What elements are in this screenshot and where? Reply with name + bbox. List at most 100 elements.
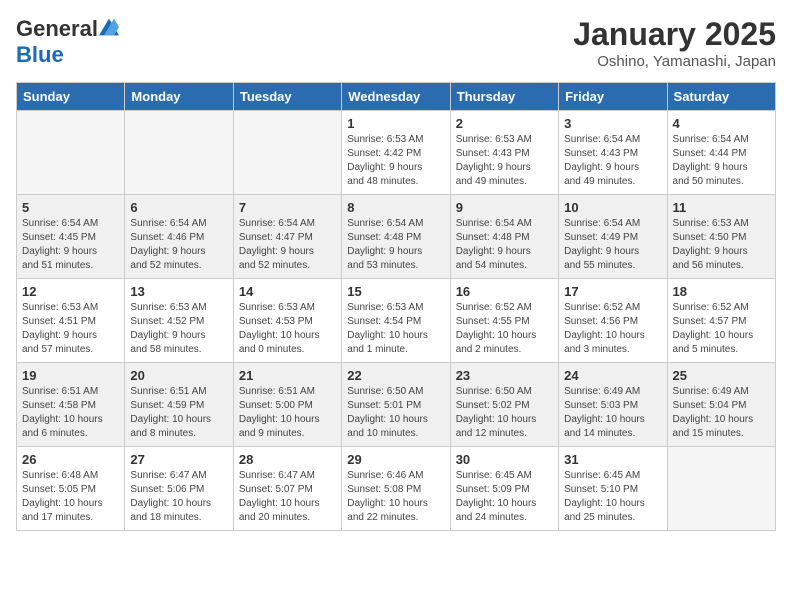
calendar-cell: 28Sunrise: 6:47 AM Sunset: 5:07 PM Dayli… xyxy=(233,447,341,531)
calendar-day-header: Monday xyxy=(125,83,233,111)
calendar-cell xyxy=(667,447,775,531)
day-info: Sunrise: 6:53 AM Sunset: 4:54 PM Dayligh… xyxy=(347,301,444,357)
calendar-cell: 14Sunrise: 6:53 AM Sunset: 4:53 PM Dayli… xyxy=(233,279,341,363)
calendar-day-header: Tuesday xyxy=(233,83,341,111)
calendar-cell: 4 Sunrise: 6:54 AM Sunset: 4:44 PM Daylig… xyxy=(667,111,775,195)
calendar-cell: 18 Sunrise: 6:52 AM Sunset: 4:57 PM Dayli… xyxy=(667,279,775,363)
day-info: Sunrise: 6:52 AM Sunset: 4:57 PM Dayligh… xyxy=(673,301,770,357)
day-info: Sunrise: 6:54 AM Sunset: 4:47 PM Dayligh… xyxy=(239,217,336,273)
calendar-cell: 16 Sunrise: 6:52 AM Sunset: 4:55 PM Dayli… xyxy=(450,279,558,363)
day-info: Sunrise: 6:51 AM Sunset: 4:58 PM Dayligh… xyxy=(22,385,119,441)
day-info: Sunrise: 6:49 AM Sunset: 5:03 PM Dayligh… xyxy=(564,385,661,441)
day-number: 28 xyxy=(239,452,336,467)
day-info: Sunrise: 6:54 AM Sunset: 4:44 PM Dayligh… xyxy=(673,133,770,189)
day-number: 26 xyxy=(22,452,119,467)
day-info: Sunrise: 6:54 AM Sunset: 4:49 PM Dayligh… xyxy=(564,217,661,273)
day-number: 15 xyxy=(347,284,444,299)
calendar-day-header: Friday xyxy=(559,83,667,111)
day-number: 5 xyxy=(22,200,119,215)
day-info: Sunrise: 6:49 AM Sunset: 5:04 PM Dayligh… xyxy=(673,385,770,441)
day-number: 16 xyxy=(456,284,553,299)
calendar-week-row: 19 Sunrise: 6:51 AM Sunset: 4:58 PM Dayli… xyxy=(17,363,776,447)
day-number: 3 xyxy=(564,116,661,131)
calendar-cell: 26 Sunrise: 6:48 AM Sunset: 5:05 PM Dayli… xyxy=(17,447,125,531)
calendar-table: SundayMondayTuesdayWednesdayThursdayFrid… xyxy=(16,82,776,531)
month-title: January 2025 xyxy=(573,16,776,53)
calendar-cell: 25 Sunrise: 6:49 AM Sunset: 5:04 PM Dayli… xyxy=(667,363,775,447)
day-info: Sunrise: 6:52 AM Sunset: 4:55 PM Dayligh… xyxy=(456,301,553,357)
day-number: 9 xyxy=(456,200,553,215)
calendar-cell xyxy=(125,111,233,195)
day-info: Sunrise: 6:45 AM Sunset: 5:10 PM Dayligh… xyxy=(564,469,661,525)
calendar-cell: 24 Sunrise: 6:49 AM Sunset: 5:03 PM Dayli… xyxy=(559,363,667,447)
day-number: 6 xyxy=(130,200,227,215)
calendar-cell xyxy=(17,111,125,195)
calendar-cell: 13 Sunrise: 6:53 AM Sunset: 4:52 PM Dayli… xyxy=(125,279,233,363)
day-number: 7 xyxy=(239,200,336,215)
day-number: 2 xyxy=(456,116,553,131)
day-number: 21 xyxy=(239,368,336,383)
day-number: 24 xyxy=(564,368,661,383)
day-number: 12 xyxy=(22,284,119,299)
calendar-cell: 8 Sunrise: 6:54 AM Sunset: 4:48 PM Daylig… xyxy=(342,195,450,279)
calendar-cell: 5 Sunrise: 6:54 AM Sunset: 4:45 PM Daylig… xyxy=(17,195,125,279)
calendar-day-header: Sunday xyxy=(17,83,125,111)
calendar-week-row: 12 Sunrise: 6:53 AM Sunset: 4:51 PM Dayli… xyxy=(17,279,776,363)
day-info: Sunrise: 6:54 AM Sunset: 4:43 PM Dayligh… xyxy=(564,133,661,189)
calendar-cell: 22Sunrise: 6:50 AM Sunset: 5:01 PM Dayli… xyxy=(342,363,450,447)
logo-blue-text: Blue xyxy=(16,42,64,68)
day-number: 23 xyxy=(456,368,553,383)
calendar-cell: 17 Sunrise: 6:52 AM Sunset: 4:56 PM Dayli… xyxy=(559,279,667,363)
day-info: Sunrise: 6:46 AM Sunset: 5:08 PM Dayligh… xyxy=(347,469,444,525)
day-number: 8 xyxy=(347,200,444,215)
calendar-day-header: Saturday xyxy=(667,83,775,111)
calendar-cell: 30 Sunrise: 6:45 AM Sunset: 5:09 PM Dayli… xyxy=(450,447,558,531)
day-info: Sunrise: 6:54 AM Sunset: 4:45 PM Dayligh… xyxy=(22,217,119,273)
day-info: Sunrise: 6:54 AM Sunset: 4:48 PM Dayligh… xyxy=(456,217,553,273)
day-info: Sunrise: 6:54 AM Sunset: 4:48 PM Dayligh… xyxy=(347,217,444,273)
day-number: 17 xyxy=(564,284,661,299)
calendar-cell: 10Sunrise: 6:54 AM Sunset: 4:49 PM Dayli… xyxy=(559,195,667,279)
calendar-day-header: Wednesday xyxy=(342,83,450,111)
day-info: Sunrise: 6:45 AM Sunset: 5:09 PM Dayligh… xyxy=(456,469,553,525)
day-info: Sunrise: 6:53 AM Sunset: 4:52 PM Dayligh… xyxy=(130,301,227,357)
day-info: Sunrise: 6:53 AM Sunset: 4:51 PM Dayligh… xyxy=(22,301,119,357)
calendar-cell: 11 Sunrise: 6:53 AM Sunset: 4:50 PM Dayli… xyxy=(667,195,775,279)
day-number: 19 xyxy=(22,368,119,383)
calendar-cell: 6 Sunrise: 6:54 AM Sunset: 4:46 PM Daylig… xyxy=(125,195,233,279)
calendar-cell: 15 Sunrise: 6:53 AM Sunset: 4:54 PM Dayli… xyxy=(342,279,450,363)
day-number: 18 xyxy=(673,284,770,299)
title-section: January 2025 Oshino, Yamanashi, Japan xyxy=(573,16,776,70)
day-info: Sunrise: 6:50 AM Sunset: 5:02 PM Dayligh… xyxy=(456,385,553,441)
day-number: 1 xyxy=(347,116,444,131)
day-number: 25 xyxy=(673,368,770,383)
day-info: Sunrise: 6:51 AM Sunset: 5:00 PM Dayligh… xyxy=(239,385,336,441)
calendar-cell: 21 Sunrise: 6:51 AM Sunset: 5:00 PM Dayli… xyxy=(233,363,341,447)
calendar-cell: 3 Sunrise: 6:54 AM Sunset: 4:43 PM Daylig… xyxy=(559,111,667,195)
day-number: 13 xyxy=(130,284,227,299)
calendar-header-row: SundayMondayTuesdayWednesdayThursdayFrid… xyxy=(17,83,776,111)
day-info: Sunrise: 6:54 AM Sunset: 4:46 PM Dayligh… xyxy=(130,217,227,273)
day-info: Sunrise: 6:48 AM Sunset: 5:05 PM Dayligh… xyxy=(22,469,119,525)
day-number: 20 xyxy=(130,368,227,383)
day-info: Sunrise: 6:52 AM Sunset: 4:56 PM Dayligh… xyxy=(564,301,661,357)
location: Oshino, Yamanashi, Japan xyxy=(573,53,776,70)
day-info: Sunrise: 6:53 AM Sunset: 4:50 PM Dayligh… xyxy=(673,217,770,273)
calendar-day-header: Thursday xyxy=(450,83,558,111)
day-number: 27 xyxy=(130,452,227,467)
page-header: General Blue January 2025 Oshino, Yamana… xyxy=(16,16,776,70)
logo-icon xyxy=(99,18,119,36)
day-number: 30 xyxy=(456,452,553,467)
calendar-cell xyxy=(233,111,341,195)
logo: General Blue xyxy=(16,16,119,68)
calendar-week-row: 5 Sunrise: 6:54 AM Sunset: 4:45 PM Daylig… xyxy=(17,195,776,279)
day-info: Sunrise: 6:53 AM Sunset: 4:42 PM Dayligh… xyxy=(347,133,444,189)
calendar-cell: 1 Sunrise: 6:53 AM Sunset: 4:42 PM Daylig… xyxy=(342,111,450,195)
calendar-cell: 20Sunrise: 6:51 AM Sunset: 4:59 PM Dayli… xyxy=(125,363,233,447)
calendar-cell: 7 Sunrise: 6:54 AM Sunset: 4:47 PM Daylig… xyxy=(233,195,341,279)
day-number: 11 xyxy=(673,200,770,215)
day-info: Sunrise: 6:50 AM Sunset: 5:01 PM Dayligh… xyxy=(347,385,444,441)
day-number: 4 xyxy=(673,116,770,131)
calendar-cell: 9 Sunrise: 6:54 AM Sunset: 4:48 PM Daylig… xyxy=(450,195,558,279)
day-number: 14 xyxy=(239,284,336,299)
